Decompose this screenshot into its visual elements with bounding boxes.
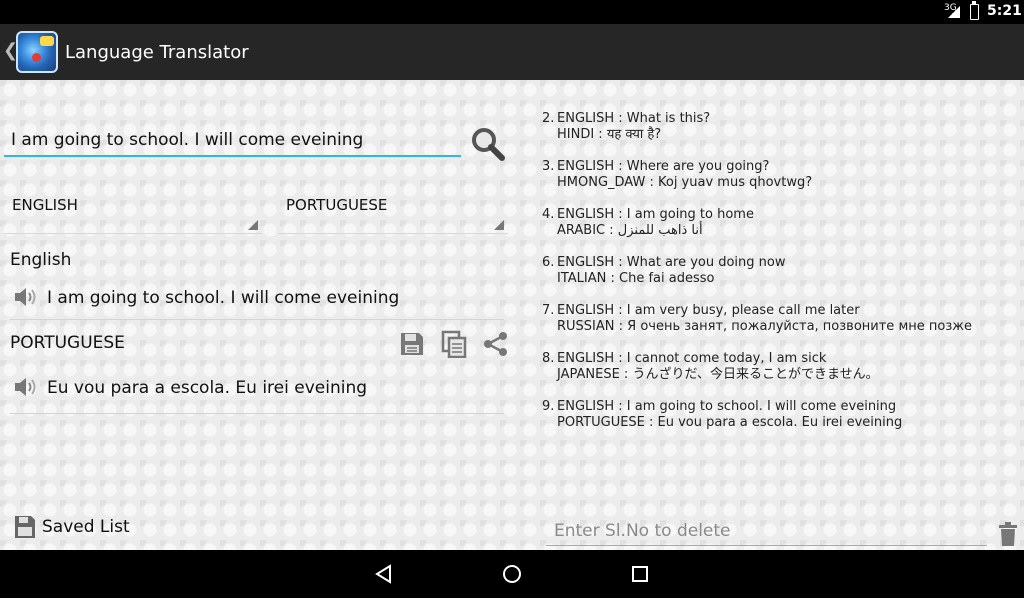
status-bar: 3G 5:21 xyxy=(0,0,1024,24)
dropdown-arrow-icon xyxy=(494,220,504,230)
item-translation: ITALIAN : Che fai adesso xyxy=(557,271,715,286)
item-source: ENGLISH : I cannot come today, I am sick xyxy=(557,351,827,366)
save-button[interactable] xyxy=(398,330,426,358)
home-icon xyxy=(503,565,521,583)
item-number: 7. xyxy=(542,303,555,318)
copy-button[interactable] xyxy=(440,330,468,359)
nav-home-button[interactable] xyxy=(500,562,524,586)
item-translation: HMONG_DAW : Koj yuav mus qhovtwg? xyxy=(557,175,813,190)
divider xyxy=(10,413,504,414)
item-translation: ARABIC : أنا ذاهب للمنزل xyxy=(557,223,703,238)
system-nav-bar xyxy=(0,550,1024,598)
item-source: ENGLISH : I am going to school. I will c… xyxy=(557,399,897,414)
search-icon xyxy=(472,128,505,161)
list-item[interactable]: 6. ENGLISH : What are you doing now ITAL… xyxy=(540,255,1020,303)
delete-button[interactable] xyxy=(998,521,1018,547)
item-source: ENGLISH : What is this? xyxy=(557,111,711,126)
item-number: 4. xyxy=(542,207,555,222)
item-number: 2. xyxy=(542,111,555,126)
item-number: 3. xyxy=(542,159,555,174)
to-language-value: PORTUGUESE xyxy=(286,196,388,214)
item-number: 8. xyxy=(542,351,555,366)
target-language-label: PORTUGUESE xyxy=(10,333,125,353)
item-translation: JAPANESE : うんざりだ、今日来ることができません。 xyxy=(557,367,879,382)
copy-icon xyxy=(441,330,467,359)
action-bar: ❮ Language Translator xyxy=(0,24,1024,80)
status-time: 5:21 xyxy=(987,3,1022,19)
from-language-value: ENGLISH xyxy=(12,196,78,214)
list-item[interactable]: 8. ENGLISH : I cannot come today, I am s… xyxy=(540,351,1020,399)
history-list: 2. ENGLISH : What is this? HINDI : यह क्… xyxy=(540,111,1020,447)
translate-button[interactable] xyxy=(468,124,508,164)
to-language-select[interactable]: PORTUGUESE xyxy=(278,186,508,234)
divider xyxy=(10,319,504,320)
item-translation: PORTUGUESE : Eu vou para a escola. Eu ir… xyxy=(557,415,903,430)
source-language-label: English xyxy=(10,250,72,270)
delete-number-input[interactable] xyxy=(546,516,987,546)
item-translation: HINDI : यह क्या है? xyxy=(557,127,662,142)
save-icon xyxy=(401,333,423,355)
list-item[interactable]: 3. ENGLISH : Where are you going? HMONG_… xyxy=(540,159,1020,207)
list-item[interactable]: 7. ENGLISH : I am very busy, please call… xyxy=(540,303,1020,351)
main-content: ENGLISH PORTUGUESE English I am going to… xyxy=(0,80,1024,550)
list-item[interactable]: 4. ENGLISH : I am going to home ARABIC :… xyxy=(540,207,1020,255)
item-source: ENGLISH : What are you doing now xyxy=(557,255,786,270)
dropdown-arrow-icon xyxy=(248,220,258,230)
app-title: Language Translator xyxy=(65,42,249,63)
translated-text: Eu vou para a escola. Eu irei eveining xyxy=(47,378,368,398)
translate-input[interactable] xyxy=(4,124,461,157)
trash-icon xyxy=(999,522,1017,546)
saved-list-button[interactable]: Saved List xyxy=(14,513,130,541)
save-icon xyxy=(15,516,35,538)
share-button[interactable] xyxy=(482,330,510,358)
speaker-icon xyxy=(15,288,36,306)
source-text: I am going to school. I will come eveini… xyxy=(47,288,400,308)
signal-icon xyxy=(948,6,960,18)
from-language-select[interactable]: ENGLISH xyxy=(4,186,262,234)
battery-icon xyxy=(970,1,979,20)
app-logo-icon[interactable] xyxy=(16,31,58,73)
nav-recents-button[interactable] xyxy=(628,562,652,586)
item-translation: RUSSIAN : Я очень занят, пожалуйста, поз… xyxy=(557,319,972,334)
nav-back-button[interactable] xyxy=(372,562,396,586)
speak-source-button[interactable] xyxy=(13,285,39,309)
item-number: 6. xyxy=(542,255,555,270)
recents-icon xyxy=(632,566,648,582)
item-source: ENGLISH : I am going to home xyxy=(557,207,754,222)
list-item[interactable]: 9. ENGLISH : I am going to school. I wil… xyxy=(540,399,1020,447)
list-item[interactable]: 2. ENGLISH : What is this? HINDI : यह क्… xyxy=(540,111,1020,159)
item-source: ENGLISH : Where are you going? xyxy=(557,159,770,174)
item-number: 9. xyxy=(542,399,555,414)
saved-list-label: Saved List xyxy=(42,517,130,537)
share-icon xyxy=(484,332,507,356)
back-icon xyxy=(375,564,391,584)
item-source: ENGLISH : I am very busy, please call me… xyxy=(557,303,860,318)
speaker-icon xyxy=(15,378,36,396)
speak-target-button[interactable] xyxy=(13,375,39,399)
